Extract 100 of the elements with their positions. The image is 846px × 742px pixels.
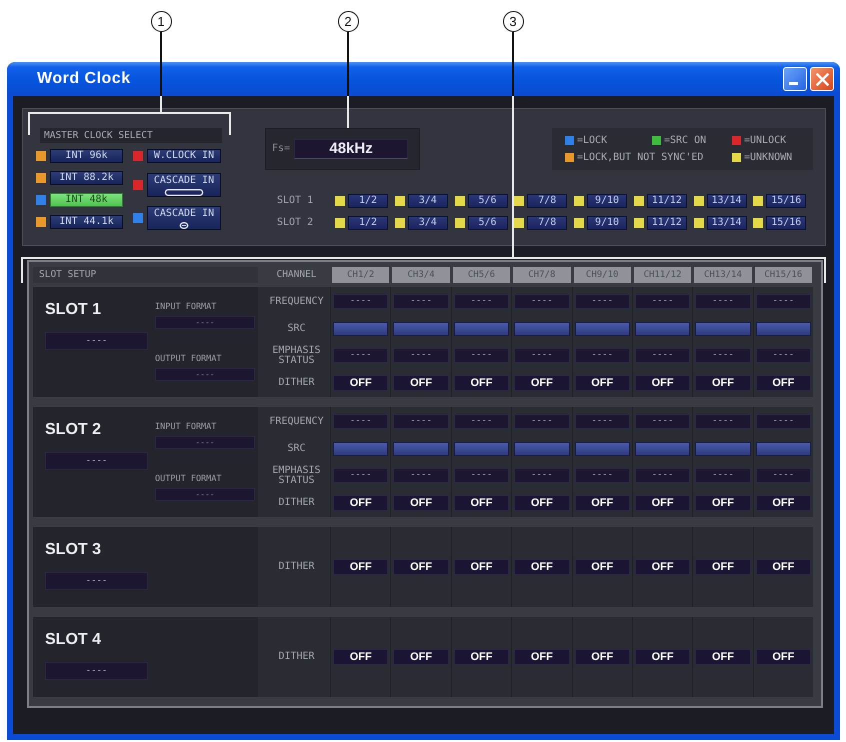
- row-label: DITHER: [278, 498, 315, 508]
- section-title: SLOT SETUP: [33, 267, 258, 283]
- slot-channel-button[interactable]: 15/16: [766, 194, 806, 208]
- readout-display: ----: [454, 348, 510, 363]
- setting-display: OFF: [574, 374, 630, 390]
- setting-display: OFF: [634, 494, 690, 510]
- src-button[interactable]: [574, 442, 630, 456]
- src-button[interactable]: [333, 322, 388, 336]
- src-button[interactable]: [695, 442, 751, 456]
- setting-display: OFF: [393, 649, 449, 665]
- channel-header: CH11/12: [634, 267, 692, 283]
- readout-display: ----: [454, 468, 510, 483]
- src-button[interactable]: [454, 442, 510, 456]
- channel-header: CH9/10: [574, 267, 631, 283]
- setting-display: OFF: [393, 374, 449, 390]
- fs-label: Fs=: [272, 143, 290, 155]
- slot-channel-button[interactable]: 3/4: [408, 194, 448, 208]
- clock-source-button[interactable]: W.CLOCK IN: [147, 149, 221, 163]
- src-button[interactable]: [695, 322, 751, 336]
- readout-display: ----: [514, 468, 570, 483]
- slot-channel-button[interactable]: 9/10: [587, 194, 627, 208]
- readout-display: ----: [756, 468, 811, 483]
- setting-display: OFF: [333, 494, 388, 510]
- setting-display: OFF: [333, 374, 388, 390]
- clock-source-button[interactable]: INT 48k: [50, 193, 123, 207]
- row-label: SRC: [287, 444, 306, 454]
- readout-display: ----: [333, 468, 388, 483]
- section-title: MASTER CLOCK SELECT: [40, 128, 222, 143]
- src-button[interactable]: [634, 322, 690, 336]
- setting-display: OFF: [756, 559, 811, 575]
- channel-header: CH15/16: [754, 267, 812, 283]
- slot-channel-button[interactable]: 11/12: [646, 194, 687, 208]
- readout-display: ----: [756, 294, 811, 309]
- clock-source-button[interactable]: INT 88.2k: [50, 171, 123, 185]
- row-label: SRC: [287, 324, 306, 334]
- slot-channel-button[interactable]: 11/12: [646, 216, 687, 230]
- format-label: OUTPUT FORMAT: [155, 354, 222, 365]
- readout-display: ----: [333, 294, 388, 309]
- readout-display: ----: [574, 294, 630, 309]
- src-button[interactable]: [574, 322, 630, 336]
- src-button[interactable]: [333, 442, 388, 456]
- format-label: INPUT FORMAT: [155, 302, 216, 313]
- slot-channel-button[interactable]: 15/16: [766, 216, 806, 230]
- slot-channel-button[interactable]: 13/14: [706, 194, 746, 208]
- slot-name: SLOT 4: [45, 630, 102, 649]
- clock-source-button[interactable]: INT 96k: [50, 149, 123, 163]
- format-display: ----: [155, 368, 255, 381]
- slot-channel-button[interactable]: 9/10: [587, 216, 627, 230]
- readout-display: ----: [695, 414, 751, 429]
- slot-channel-button[interactable]: 7/8: [527, 216, 568, 230]
- format-label: INPUT FORMAT: [155, 422, 216, 433]
- setting-display: OFF: [393, 494, 449, 510]
- src-button[interactable]: [756, 322, 811, 336]
- setting-display: OFF: [695, 649, 751, 665]
- setting-display: OFF: [393, 559, 449, 575]
- setting-display: OFF: [756, 649, 811, 665]
- slot-channel-button[interactable]: 13/14: [706, 216, 746, 230]
- readout-display: ----: [514, 414, 570, 429]
- slot-channel-button[interactable]: 3/4: [408, 216, 448, 230]
- legend-label: =LOCK,BUT NOT SYNC'ED: [577, 152, 704, 164]
- src-button[interactable]: [393, 442, 449, 456]
- setting-display: OFF: [695, 559, 751, 575]
- readout-display: ----: [695, 468, 751, 483]
- slot-channel-button[interactable]: 5/6: [468, 194, 508, 208]
- slot-label: SLOT 2: [277, 217, 314, 229]
- readout-display: ----: [756, 414, 811, 429]
- setting-display: OFF: [634, 374, 690, 390]
- callout-number: 1: [150, 11, 172, 32]
- legend-label: =LOCK: [577, 134, 608, 146]
- sample-rate-display: 48kHz: [294, 139, 408, 159]
- setting-display: OFF: [634, 559, 690, 575]
- slot-channel-button[interactable]: 1/2: [348, 194, 388, 208]
- src-button[interactable]: [756, 442, 811, 456]
- src-button[interactable]: [514, 442, 570, 456]
- readout-display: ----: [574, 414, 630, 429]
- close-button[interactable]: [810, 67, 834, 91]
- callout-number: 2: [338, 11, 358, 32]
- readout-display: ----: [634, 348, 690, 363]
- clock-source-button[interactable]: INT 44.1k: [50, 215, 123, 229]
- src-button[interactable]: [514, 322, 570, 336]
- format-display: ----: [155, 488, 255, 501]
- readout-display: ----: [514, 348, 570, 363]
- round-connector-icon: [179, 222, 189, 229]
- src-button[interactable]: [393, 322, 449, 336]
- src-button[interactable]: [634, 442, 690, 456]
- clock-source-button[interactable]: CASCADE IN: [147, 172, 221, 196]
- channel-header: CH13/14: [694, 267, 752, 283]
- setting-display: OFF: [514, 374, 570, 390]
- row-label: EMPHASIS STATUS: [271, 346, 322, 366]
- slot-channel-button[interactable]: 1/2: [348, 216, 388, 230]
- slot-channel-button[interactable]: 5/6: [468, 216, 508, 230]
- clock-source-button[interactable]: CASCADE IN: [147, 206, 221, 230]
- channel-header: CH5/6: [452, 267, 510, 283]
- channel-header: CH7/8: [513, 267, 570, 283]
- minimize-button[interactable]: [783, 67, 807, 91]
- legend-label: =UNLOCK: [744, 134, 786, 146]
- slot-channel-button[interactable]: 7/8: [527, 194, 568, 208]
- setting-display: OFF: [454, 374, 510, 390]
- setting-display: OFF: [695, 494, 751, 510]
- src-button[interactable]: [454, 322, 510, 336]
